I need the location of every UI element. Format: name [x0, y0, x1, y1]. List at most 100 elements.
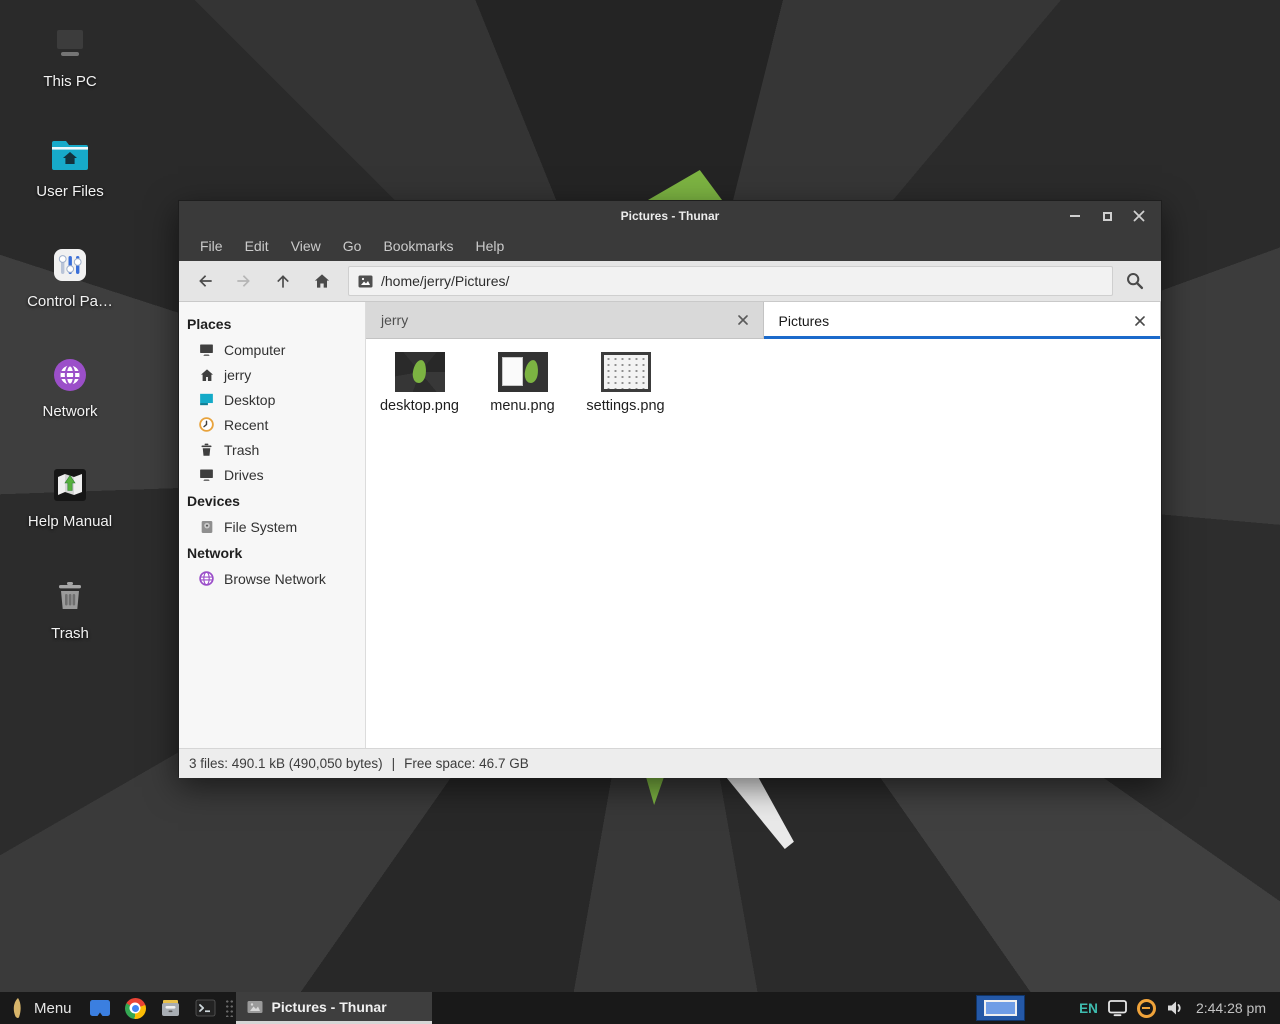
menu-button[interactable]: Menu — [0, 992, 83, 1024]
file-name: desktop.png — [380, 398, 459, 414]
sidebar-header-network: Network — [179, 539, 365, 566]
desktop-icon-help-manual[interactable]: Help Manual — [10, 464, 130, 530]
menu-file[interactable]: File — [189, 233, 234, 259]
minimize-button[interactable] — [1059, 201, 1091, 231]
maximize-button[interactable] — [1091, 201, 1123, 231]
desktop-icon-network[interactable]: Network — [10, 354, 130, 420]
image-thumbnail — [395, 352, 445, 392]
display-icon[interactable] — [1107, 999, 1128, 1017]
home-icon — [198, 366, 215, 383]
clock-icon — [198, 416, 215, 433]
tab-label: Pictures — [779, 313, 830, 329]
desktop-icon — [198, 391, 215, 408]
window-title: Pictures - Thunar — [621, 209, 720, 223]
path-bar[interactable]: /home/jerry/Pictures/ — [348, 266, 1113, 296]
status-bar: 3 files: 490.1 kB (490,050 bytes) | Free… — [179, 748, 1161, 778]
update-manager-icon[interactable] — [1137, 999, 1156, 1018]
files-summary: 3 files: 490.1 kB (490,050 bytes) — [189, 756, 383, 771]
sidebar-item-label: Drives — [224, 467, 264, 483]
back-arrow-icon — [195, 271, 215, 291]
desktop-icon-label: Trash — [10, 625, 130, 642]
file-menu-png[interactable]: menu.png — [471, 352, 574, 414]
file-cabinet-icon — [159, 997, 182, 1019]
sidebar-item-computer[interactable]: Computer — [179, 337, 365, 362]
minimize-icon — [1070, 215, 1080, 217]
taskbar: Menu Pictures - Thunar EN 2:44:28 — [0, 992, 1280, 1024]
desktop-icon-user-files[interactable]: User Files — [10, 134, 130, 200]
launcher-chrome[interactable] — [118, 992, 153, 1024]
sidebar-item-recent[interactable]: Recent — [179, 412, 365, 437]
home-button[interactable] — [302, 265, 341, 298]
sidebar-item-label: jerry — [224, 367, 251, 383]
desktop-icon-label: This PC — [10, 73, 130, 90]
wallpaper-logo-fragment — [646, 777, 664, 805]
wallpaper-logo-fragment — [648, 170, 722, 200]
launcher-files-blue[interactable] — [83, 992, 118, 1024]
titlebar[interactable]: Pictures - Thunar — [179, 201, 1161, 231]
file-desktop-png[interactable]: desktop.png — [368, 352, 471, 414]
trash-icon — [10, 576, 130, 618]
sidebar-header-places: Places — [179, 310, 365, 337]
menu-bookmarks[interactable]: Bookmarks — [372, 233, 464, 259]
sidebar-item-browse-network[interactable]: Browse Network — [179, 566, 365, 591]
panel-separator — [225, 999, 234, 1017]
sidebar-item-drives[interactable]: Drives — [179, 462, 365, 487]
clock[interactable]: 2:44:28 pm — [1196, 1000, 1272, 1016]
control-panel-icon — [10, 244, 130, 286]
up-button[interactable] — [263, 265, 302, 298]
menu-help[interactable]: Help — [465, 233, 516, 259]
tab-close-button[interactable] — [1135, 316, 1145, 326]
tab-jerry[interactable]: jerry — [366, 302, 764, 339]
sidebar-item-label: Desktop — [224, 392, 275, 408]
forward-button[interactable] — [224, 265, 263, 298]
workspace-switcher[interactable] — [976, 995, 1025, 1021]
chrome-icon — [125, 998, 146, 1019]
menu-go[interactable]: Go — [332, 233, 373, 259]
sidebar-item-label: Recent — [224, 417, 268, 433]
sidebar-item-trash[interactable]: Trash — [179, 437, 365, 462]
back-button[interactable] — [185, 265, 224, 298]
close-button[interactable] — [1123, 201, 1155, 231]
desktop-icon-control-panel[interactable]: Control Pa… — [10, 244, 130, 310]
maximize-icon — [1103, 212, 1112, 221]
taskbar-window-title: Pictures - Thunar — [272, 999, 387, 1015]
drive-icon — [198, 466, 215, 483]
image-file-icon — [247, 1000, 263, 1014]
taskbar-window-button[interactable]: Pictures - Thunar — [236, 992, 432, 1024]
launcher-terminal[interactable] — [188, 992, 223, 1024]
status-separator: | — [392, 756, 396, 771]
help-manual-icon — [10, 464, 130, 506]
file-pane: jerry Pictures des — [366, 302, 1161, 748]
launcher-file-manager[interactable] — [153, 992, 188, 1024]
search-button[interactable] — [1113, 265, 1157, 298]
menu-view[interactable]: View — [280, 233, 332, 259]
keyboard-layout-indicator[interactable]: EN — [1079, 1001, 1098, 1016]
network-globe-icon — [10, 354, 130, 396]
workspace-window-preview — [984, 1000, 1017, 1016]
file-grid[interactable]: desktop.png menu.png settings.png — [366, 339, 1161, 748]
current-path: /home/jerry/Pictures/ — [381, 273, 509, 289]
desktop-icon-trash[interactable]: Trash — [10, 576, 130, 642]
home-icon — [312, 271, 332, 291]
mint-menu-icon — [10, 997, 25, 1019]
desktop-icon-label: Control Pa… — [10, 293, 130, 310]
tab-pictures[interactable]: Pictures — [764, 302, 1162, 339]
menu-edit[interactable]: Edit — [234, 233, 280, 259]
close-icon — [1135, 316, 1145, 326]
desktop-icon-label: User Files — [10, 183, 130, 200]
desktop-icon-this-pc[interactable]: This PC — [10, 24, 130, 90]
tab-close-button[interactable] — [738, 315, 748, 325]
sidebar-item-desktop[interactable]: Desktop — [179, 387, 365, 412]
image-thumbnail — [498, 352, 548, 392]
sidebar: Places Computer jerry Desktop Recent — [179, 302, 366, 748]
image-thumbnail — [601, 352, 651, 392]
volume-icon[interactable] — [1165, 998, 1185, 1018]
file-name: menu.png — [490, 398, 555, 414]
desktop-icon-label: Network — [10, 403, 130, 420]
system-tray: EN 2:44:28 pm — [1079, 998, 1280, 1018]
file-settings-png[interactable]: settings.png — [574, 352, 677, 414]
network-globe-icon — [198, 570, 215, 587]
search-icon — [1124, 270, 1146, 292]
sidebar-item-file-system[interactable]: File System — [179, 514, 365, 539]
sidebar-item-jerry-home[interactable]: jerry — [179, 362, 365, 387]
